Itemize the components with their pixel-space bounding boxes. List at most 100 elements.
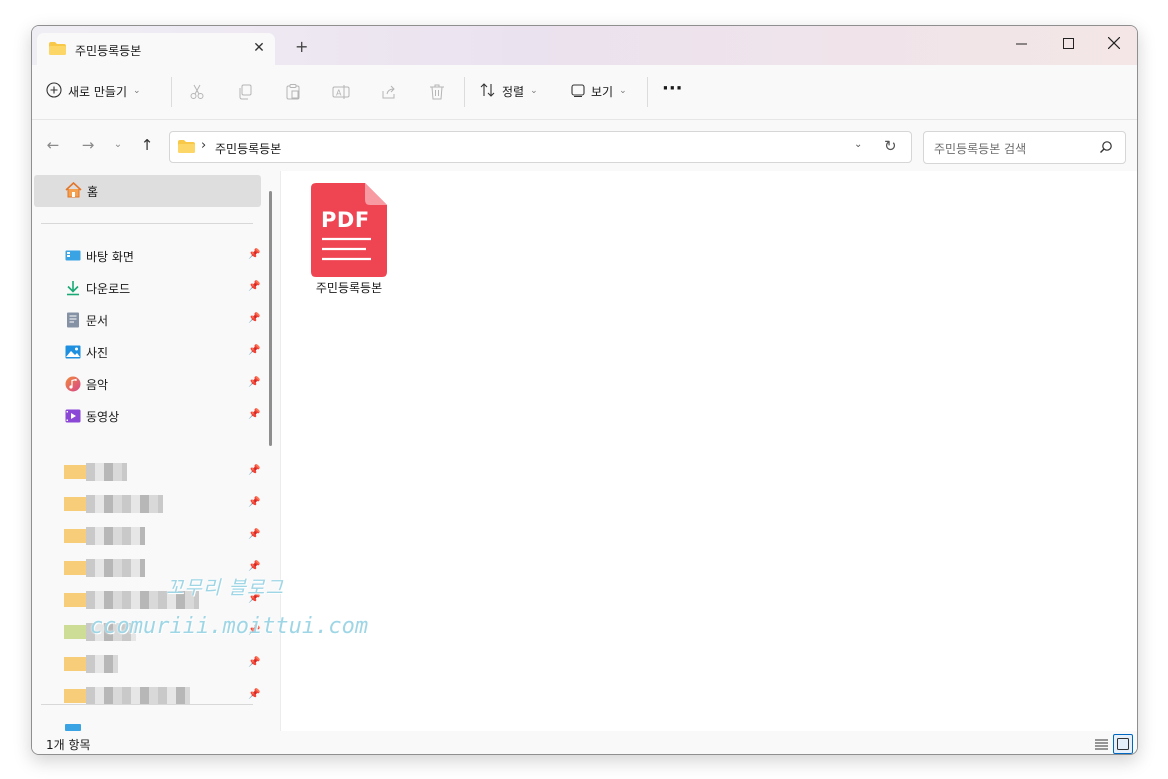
watermark-text: 꼬무리 블로그 <box>166 577 284 599</box>
forward-arrow-icon[interactable]: → <box>78 135 98 155</box>
svg-text:A: A <box>336 89 342 98</box>
command-bar: 새로 만들기 ⌄ A 정렬 ⌄ 보기 ⌄ ··· <box>32 65 1137 120</box>
address-dropdown-icon[interactable]: ⌄ <box>854 139 862 150</box>
navigation-row: ← → ⌄ ↑ › 주민등록등본 ⌄ ↻ 주민등록등본 검색 <box>32 121 1137 171</box>
minimize-icon[interactable] <box>1006 32 1036 54</box>
tab-title: 주민등록등본 <box>75 44 142 58</box>
sidebar-item-blurred-folder[interactable]: 📌 <box>64 687 264 705</box>
pin-icon[interactable]: 📌 <box>248 345 260 356</box>
sidebar-item-videos[interactable]: 동영상 📌 <box>32 401 262 431</box>
sidebar-divider <box>41 223 253 224</box>
pin-icon[interactable]: 📌 <box>248 497 260 508</box>
redacted-label <box>86 527 145 545</box>
pdf-type-label: PDF <box>321 208 370 232</box>
up-arrow-icon[interactable]: ↑ <box>137 135 157 155</box>
new-tab-icon[interactable]: + <box>295 39 308 55</box>
delete-icon[interactable] <box>426 81 448 103</box>
paste-icon[interactable] <box>282 81 304 103</box>
breadcrumb-separator[interactable]: › <box>201 138 206 153</box>
pin-icon[interactable]: 📌 <box>248 313 260 324</box>
folder-icon <box>64 657 86 671</box>
pin-icon[interactable]: 📌 <box>248 409 260 420</box>
sidebar-item-label: 음악 <box>86 378 109 392</box>
file-name-label: 주민등록등본 <box>315 281 383 295</box>
large-icons-view-icon[interactable] <box>1113 734 1133 754</box>
search-placeholder: 주민등록등본 검색 <box>934 142 1027 156</box>
sidebar-item-home[interactable]: 홈 <box>34 175 261 207</box>
pin-icon[interactable]: 📌 <box>248 281 260 292</box>
search-input[interactable]: 주민등록등본 검색 <box>923 131 1126 164</box>
sidebar-item-desktop[interactable]: 바탕 화면 📌 <box>32 241 262 271</box>
sidebar-item-downloads[interactable]: 다운로드 📌 <box>32 273 262 303</box>
sidebar-item-blurred-folder[interactable]: 📌 <box>64 463 264 481</box>
sidebar-item-blurred-folder[interactable]: 📌 <box>64 495 264 513</box>
item-count: 1개 항목 <box>46 738 91 752</box>
file-item-pdf[interactable]: PDF 주민등록등본 <box>311 183 387 295</box>
view-icon <box>571 83 585 100</box>
cut-icon[interactable] <box>186 81 208 103</box>
desktop-icon <box>65 248 81 264</box>
toolbar-divider <box>171 77 172 107</box>
sidebar-scrollbar[interactable] <box>269 191 272 446</box>
pin-icon[interactable]: 📌 <box>248 529 260 540</box>
sidebar-item-label: 홈 <box>87 185 99 199</box>
tab-current[interactable]: 주민등록등본 ✕ <box>37 33 275 65</box>
plus-circle-icon <box>46 81 62 101</box>
view-label: 보기 <box>591 84 614 99</box>
sort-button[interactable]: 정렬 ⌄ <box>480 79 538 103</box>
sidebar-item-blurred-folder[interactable]: 📌 <box>64 527 264 545</box>
sidebar-item-label: 다운로드 <box>86 282 131 296</box>
share-icon[interactable] <box>378 81 400 103</box>
music-icon <box>65 376 81 392</box>
rename-icon[interactable]: A <box>330 81 352 103</box>
search-icon <box>1099 140 1113 157</box>
pin-icon[interactable]: 📌 <box>248 561 260 572</box>
navigation-pane: 홈 바탕 화면 📌 다운로드 📌 문서 📌 사진 📌 음악 📌 동영상 📌 📌 … <box>32 171 272 731</box>
download-icon <box>65 280 81 296</box>
pin-icon[interactable]: 📌 <box>248 249 260 260</box>
pin-icon[interactable]: 📌 <box>248 377 260 388</box>
refresh-icon[interactable]: ↻ <box>884 137 897 155</box>
chevron-down-icon: ⌄ <box>530 86 538 96</box>
toolbar-divider <box>647 77 648 107</box>
maximize-icon[interactable] <box>1053 32 1083 54</box>
sidebar-item-label: 바탕 화면 <box>86 250 134 264</box>
new-button-label: 새로 만들기 <box>68 84 128 99</box>
folder-icon <box>178 140 195 156</box>
back-arrow-icon[interactable]: ← <box>43 135 63 155</box>
sidebar-item-label: 문서 <box>86 314 109 328</box>
chevron-down-icon: ⌄ <box>619 86 627 96</box>
this-pc-icon <box>65 724 81 731</box>
recent-locations-chevron-icon[interactable]: ⌄ <box>108 135 128 155</box>
new-button[interactable]: 새로 만들기 ⌄ <box>46 79 141 103</box>
folder-icon <box>64 497 86 511</box>
pin-icon[interactable]: 📌 <box>248 657 260 668</box>
sidebar-item-documents[interactable]: 문서 📌 <box>32 305 262 335</box>
watermark-url: ccomuriii.moittui.com <box>90 614 369 639</box>
tab-close-icon[interactable]: ✕ <box>251 39 267 57</box>
more-options-icon[interactable]: ··· <box>662 76 683 100</box>
folder-icon <box>64 561 86 575</box>
sidebar-item-label: 동영상 <box>86 410 120 424</box>
folder-icon <box>64 529 86 543</box>
toolbar-divider <box>464 77 465 107</box>
folder-icon <box>64 465 86 479</box>
breadcrumb-current[interactable]: 주민등록등본 <box>215 140 281 157</box>
pin-icon[interactable]: 📌 <box>248 689 260 700</box>
address-bar[interactable]: › 주민등록등본 ⌄ ↻ <box>169 131 912 163</box>
redacted-label <box>86 495 163 513</box>
view-button[interactable]: 보기 ⌄ <box>571 79 627 103</box>
sidebar-item-label: 사진 <box>86 346 109 360</box>
details-view-icon[interactable] <box>1091 734 1111 754</box>
redacted-label <box>86 463 127 481</box>
sidebar-item-blurred-folder[interactable]: 📌 <box>64 655 264 673</box>
pictures-icon <box>65 344 81 360</box>
copy-icon[interactable] <box>234 81 256 103</box>
sidebar-item-pictures[interactable]: 사진 📌 <box>32 337 262 367</box>
sidebar-divider <box>41 704 253 705</box>
folder-icon <box>49 42 66 58</box>
close-window-icon[interactable] <box>1099 32 1129 54</box>
status-bar: 1개 항목 <box>32 731 1137 754</box>
sidebar-item-music[interactable]: 음악 📌 <box>32 369 262 399</box>
pin-icon[interactable]: 📌 <box>248 465 260 476</box>
